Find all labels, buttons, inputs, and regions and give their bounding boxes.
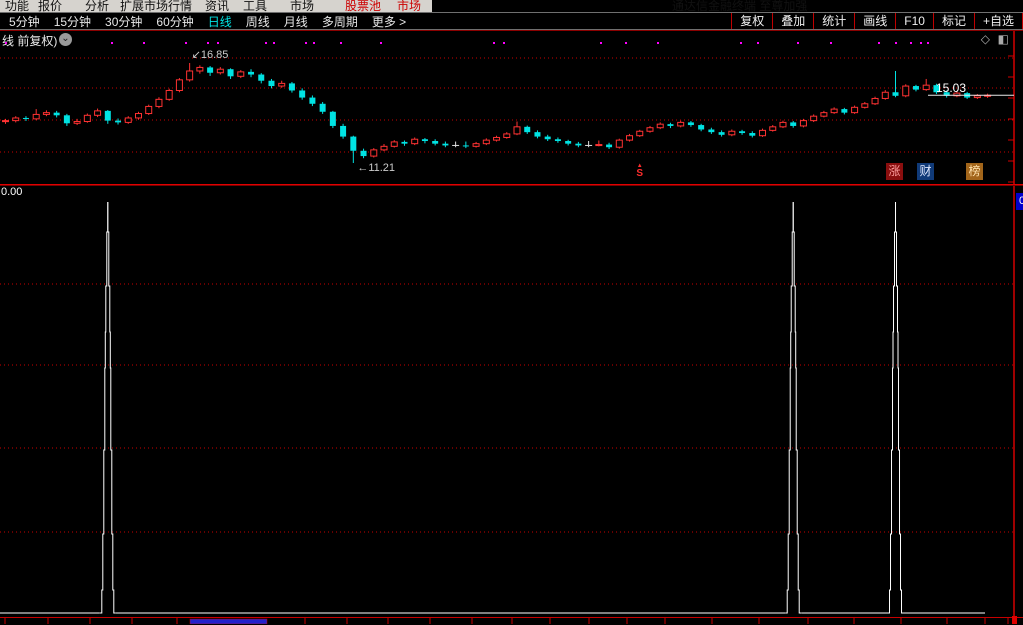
- chart-canvas[interactable]: [0, 0, 1023, 624]
- sell-signal-marker: ▲ S: [634, 163, 646, 179]
- visible-range-indicator: [190, 619, 267, 624]
- event-dot: [340, 42, 342, 44]
- event-dot: [380, 42, 382, 44]
- badge-bang[interactable]: 榜: [966, 163, 983, 180]
- last-price-label: 15.03: [936, 81, 966, 95]
- event-dot: [878, 42, 880, 44]
- event-dot: [493, 42, 495, 44]
- event-dot: [185, 42, 187, 44]
- event-dot: [740, 42, 742, 44]
- event-dot: [265, 42, 267, 44]
- signal-spike: [785, 202, 793, 613]
- event-dot: [600, 42, 602, 44]
- low-price-label: ←11.21: [357, 162, 395, 174]
- event-dot: [111, 42, 113, 44]
- date-axis-corner: [1012, 616, 1017, 624]
- event-dot: [503, 42, 505, 44]
- event-dot: [657, 42, 659, 44]
- indicator-axis-label: 0: [1016, 193, 1023, 210]
- badge-cai[interactable]: 财: [917, 163, 934, 180]
- signal-spike: [100, 202, 108, 613]
- signal-spike: [896, 202, 904, 613]
- event-dot: [830, 42, 832, 44]
- trading-terminal: { "menubar": { "items": ["功能","报价","分析",…: [0, 0, 1023, 624]
- event-dot: [313, 42, 315, 44]
- indicator-value-label: 0.00: [1, 186, 22, 198]
- event-dot: [273, 42, 275, 44]
- event-dot: [927, 42, 929, 44]
- signal-spike: [108, 202, 116, 613]
- event-dot: [895, 42, 897, 44]
- event-dot: [920, 42, 922, 44]
- event-dot: [797, 42, 799, 44]
- event-dot: [207, 42, 209, 44]
- signal-spike: [888, 202, 896, 613]
- badge-zhang[interactable]: 涨: [886, 163, 903, 180]
- event-dot: [143, 42, 145, 44]
- candlestick-series: [3, 63, 991, 163]
- event-dot: [757, 42, 759, 44]
- event-dot: [625, 42, 627, 44]
- high-price-label: ↙16.85: [192, 48, 229, 61]
- event-dot: [910, 42, 912, 44]
- event-dot: [5, 42, 7, 44]
- event-dot: [305, 42, 307, 44]
- event-dot: [217, 42, 219, 44]
- signal-spike: [793, 202, 801, 613]
